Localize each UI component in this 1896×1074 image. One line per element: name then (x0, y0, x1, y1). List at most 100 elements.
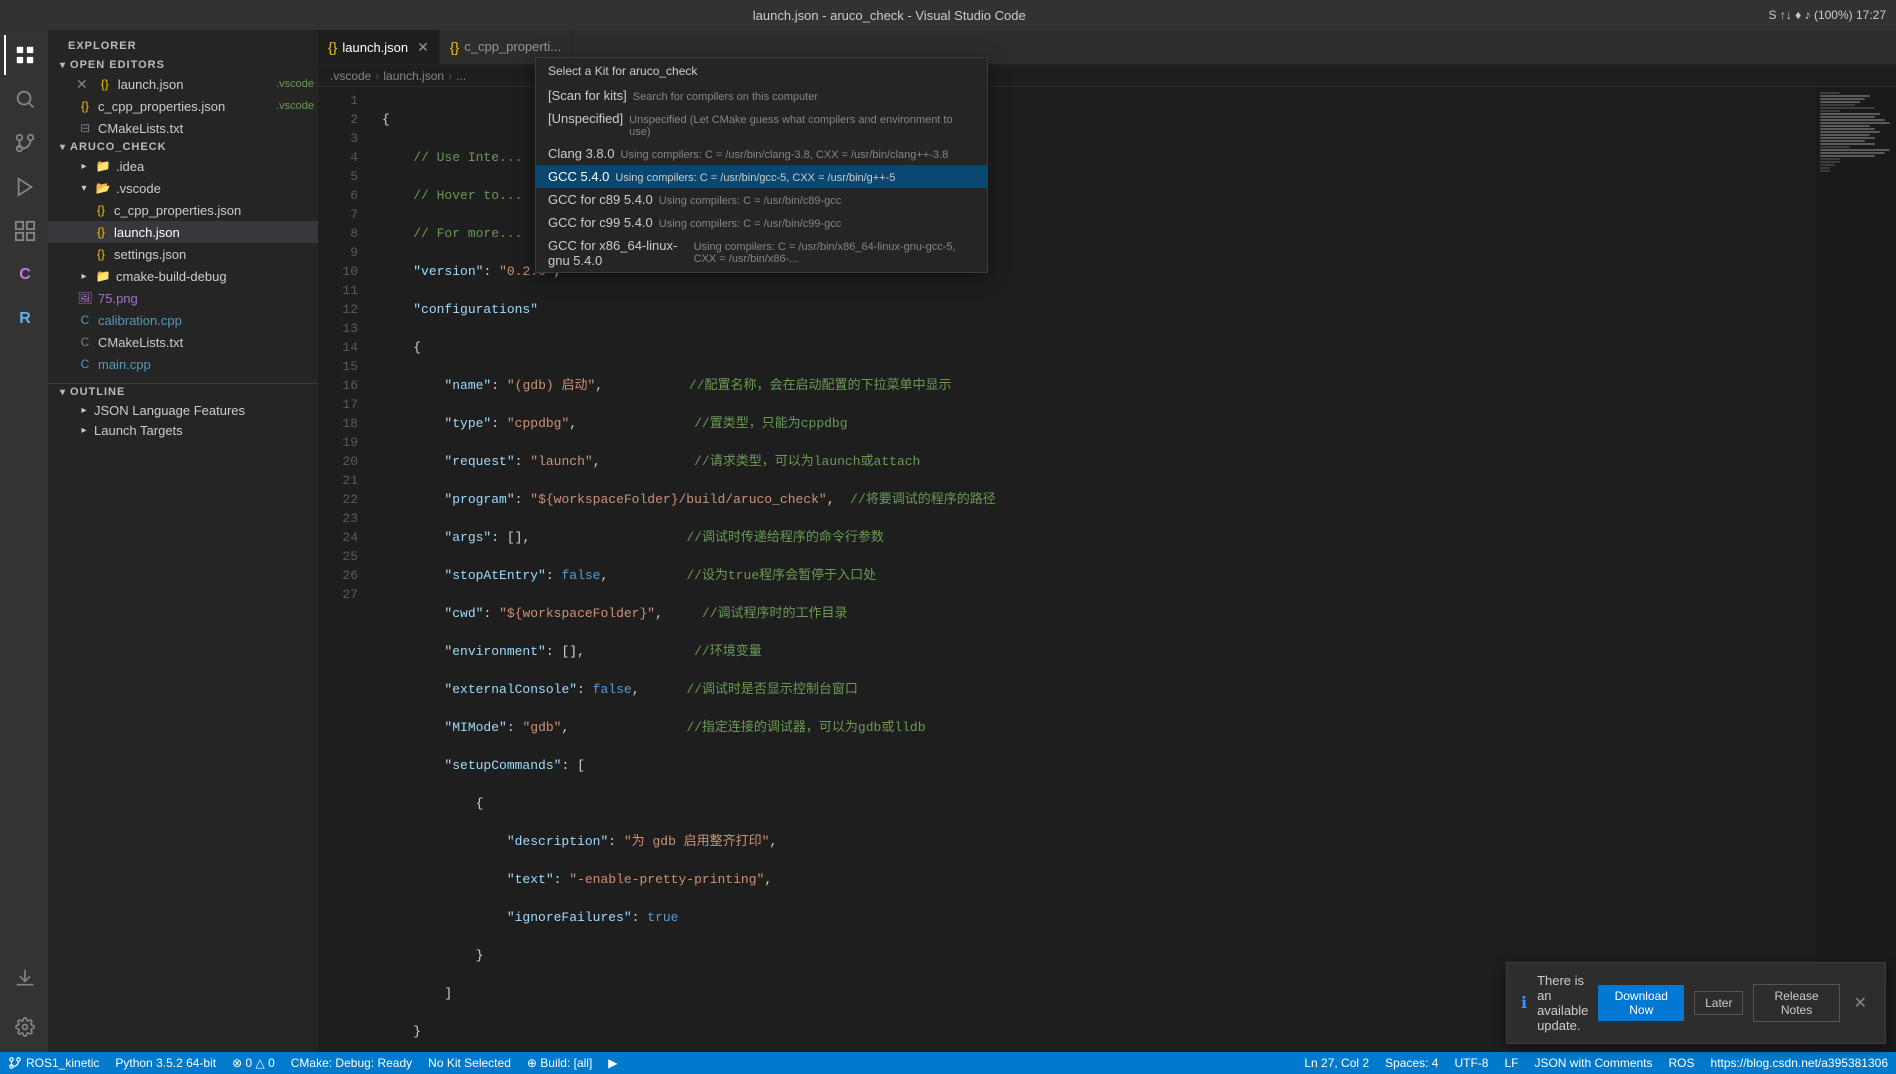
errors-status[interactable]: ⊗ 0 △ 0 (224, 1052, 283, 1074)
vscode-folder-label: .vscode (116, 181, 318, 196)
aruco-check-header[interactable]: ▾ ARUCO_CHECK (48, 139, 318, 155)
cmake-build-label: cmake-build-debug (116, 269, 318, 284)
cmake-build-icon: 📁 (94, 267, 112, 285)
vscode-folder[interactable]: ▾ 📂 .vscode (48, 177, 318, 199)
tab-cpp-label: c_cpp_properti... (464, 39, 561, 54)
url-label: https://blog.csdn.net/a395381306 (1711, 1056, 1888, 1070)
download-now-button[interactable]: Download Now (1598, 985, 1684, 1021)
launch-json-file[interactable]: {} launch.json (48, 221, 318, 243)
language-status[interactable]: JSON with Comments (1526, 1052, 1660, 1074)
project-tree: ▸ 📁 .idea ▾ 📂 .vscode {} c_cpp_propertie… (48, 155, 318, 375)
status-left: ROS1_kinetic Python 3.5.2 64-bit ⊗ 0 △ 0… (0, 1052, 626, 1074)
clang-name: Clang 3.8.0 (548, 146, 615, 161)
vscode-arrow: ▾ (76, 180, 92, 196)
python-status[interactable]: Python 3.5.2 64-bit (107, 1052, 224, 1074)
close-launch-json[interactable]: ✕ (76, 76, 88, 93)
outline-header[interactable]: ▾ OUTLINE (48, 384, 318, 400)
title-right: S ↑↓ ♦ ♪ (100%) 17:27 (1768, 8, 1886, 22)
open-editors-header[interactable]: ▾ OPEN EDITORS (48, 57, 318, 73)
clang-desc: Using compilers: C = /usr/bin/clang-3.8,… (621, 149, 949, 161)
build-run-icon[interactable]: ▶ (600, 1052, 625, 1074)
main-cpp-icon: C (76, 355, 94, 373)
launch-targets-arrow: ▸ (76, 422, 92, 438)
main-cpp-label: main.cpp (98, 357, 318, 372)
line-col-status[interactable]: Ln 27, Col 2 (1296, 1052, 1377, 1074)
png-icon: 🖼 (76, 289, 94, 307)
calibration-label: calibration.cpp (98, 313, 318, 328)
cmake-status[interactable]: CMake: Debug: Ready (283, 1052, 420, 1074)
kit-item-unspecified[interactable]: [Unspecified] Unspecified (Let CMake gue… (536, 107, 987, 142)
kit-dropdown-header: Select a Kit for aruco_check (536, 58, 987, 84)
settings-activity-icon[interactable] (4, 1007, 44, 1047)
open-editor-cmakelists[interactable]: ⊟ CMakeLists.txt (48, 117, 318, 139)
vscode-folder-icon: 📂 (94, 179, 112, 197)
cmake-build-arrow: ▸ (76, 268, 92, 284)
kit-item-clang[interactable]: Clang 3.8.0 Using compilers: C = /usr/bi… (536, 142, 987, 165)
launch-targets-label: Launch Targets (94, 423, 318, 438)
encoding-status[interactable]: UTF-8 (1446, 1052, 1496, 1074)
later-button[interactable]: Later (1694, 991, 1743, 1015)
line-col-label: Ln 27, Col 2 (1304, 1056, 1369, 1070)
open-editor-cpp-props[interactable]: {} c_cpp_properties.json .vscode (48, 95, 318, 117)
idea-folder[interactable]: ▸ 📁 .idea (48, 155, 318, 177)
tab-cpp-icon: {} (450, 39, 459, 55)
scan-kits-desc: Search for compilers on this computer (633, 91, 818, 103)
json-features-label: JSON Language Features (94, 403, 318, 418)
breadcrumb-vscode[interactable]: .vscode (330, 69, 371, 83)
png-label: 75.png (98, 291, 318, 306)
explorer-activity-icon[interactable] (4, 35, 44, 75)
notification-close-button[interactable]: ✕ (1850, 993, 1871, 1013)
open-editor-launch-json[interactable]: ✕ {} launch.json .vscode (48, 73, 318, 95)
spaces-status[interactable]: Spaces: 4 (1377, 1052, 1446, 1074)
activity-bar: C R (0, 30, 48, 1052)
gcc-c99-desc: Using compilers: C = /usr/bin/c99-gcc (659, 218, 841, 230)
download-activity-icon[interactable] (4, 958, 44, 998)
png-file[interactable]: 🖼 75.png (48, 287, 318, 309)
url-status[interactable]: https://blog.csdn.net/a395381306 (1703, 1052, 1896, 1074)
git-branch-status[interactable]: ROS1_kinetic (0, 1052, 107, 1074)
cpp-properties-file[interactable]: {} c_cpp_properties.json (48, 199, 318, 221)
run-activity-icon[interactable] (4, 167, 44, 207)
scan-kits-name: [Scan for kits] (548, 88, 627, 103)
search-activity-icon[interactable] (4, 79, 44, 119)
python-label: Python 3.5.2 64-bit (115, 1056, 216, 1070)
release-notes-button[interactable]: Release Notes (1753, 984, 1839, 1022)
ros-activity-icon[interactable]: R (4, 299, 44, 339)
kit-dropdown: Select a Kit for aruco_check [Scan for k… (535, 57, 988, 273)
no-kit-status[interactable]: No Kit Selected (420, 1052, 519, 1074)
kit-item-scan[interactable]: [Scan for kits] Search for compilers on … (536, 84, 987, 107)
breadcrumb-ellipsis[interactable]: ... (456, 69, 466, 83)
extensions-activity-icon[interactable] (4, 211, 44, 251)
settings-json-file[interactable]: {} settings.json (48, 243, 318, 265)
calibration-cpp[interactable]: C calibration.cpp (48, 309, 318, 331)
tab-launch-json-close[interactable]: ✕ (417, 39, 429, 56)
cmake-icon: ⊟ (76, 119, 94, 137)
gcc-desc: Using compilers: C = /usr/bin/gcc-5, CXX… (615, 172, 895, 184)
launch-json-file-label: launch.json (114, 225, 318, 240)
line-ending-status[interactable]: LF (1496, 1052, 1526, 1074)
launch-json-file-icon: {} (92, 223, 110, 241)
kit-item-gcc-c99[interactable]: GCC for c99 5.4.0 Using compilers: C = /… (536, 211, 987, 234)
status-bar: ROS1_kinetic Python 3.5.2 64-bit ⊗ 0 △ 0… (0, 1052, 1896, 1074)
title-bar: launch.json - aruco_check - Visual Studi… (0, 0, 1896, 30)
main-cpp[interactable]: C main.cpp (48, 353, 318, 375)
cmake-build-folder[interactable]: ▸ 📁 cmake-build-debug (48, 265, 318, 287)
build-status[interactable]: ⊕ Build: [all] (519, 1052, 600, 1074)
outline-launch-targets[interactable]: ▸ Launch Targets (48, 420, 318, 440)
cmakelists-file[interactable]: C CMakeLists.txt (48, 331, 318, 353)
kit-item-gcc-x86[interactable]: GCC for x86_64-linux-gnu 5.4.0 Using com… (536, 234, 987, 272)
no-kit-label: No Kit Selected (428, 1056, 511, 1070)
source-control-activity-icon[interactable] (4, 123, 44, 163)
cmake-activity-icon[interactable]: C (4, 255, 44, 295)
update-notification: ℹ There is an available update. Download… (1506, 962, 1886, 1044)
notification-text: There is an available update. (1537, 973, 1588, 1033)
kit-item-gcc-5-4[interactable]: GCC 5.4.0 Using compilers: C = /usr/bin/… (536, 165, 987, 188)
outline-json-features[interactable]: ▸ JSON Language Features (48, 400, 318, 420)
line-ending-label: LF (1504, 1056, 1518, 1070)
tab-launch-json[interactable]: {} launch.json ✕ (318, 30, 440, 64)
kit-item-gcc-c89[interactable]: GCC for c89 5.4.0 Using compilers: C = /… (536, 188, 987, 211)
open-editors-label: OPEN EDITORS (70, 59, 165, 71)
calibration-icon: C (76, 311, 94, 329)
breadcrumb-launch-json[interactable]: launch.json (383, 69, 444, 83)
ros-status[interactable]: ROS (1661, 1052, 1703, 1074)
